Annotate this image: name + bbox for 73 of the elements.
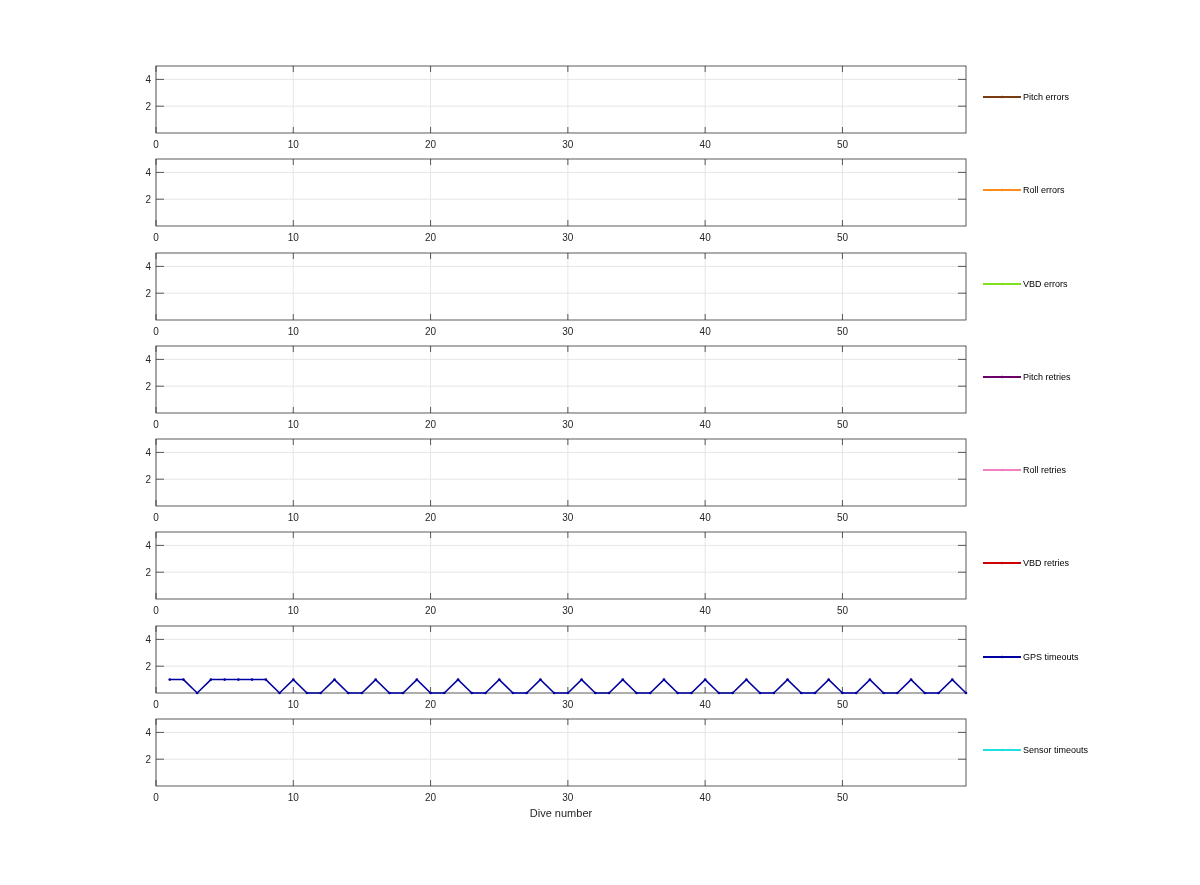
tick-label: 2 <box>145 754 151 766</box>
legend-label: Pitch errors <box>1023 92 1069 102</box>
tick-label: 2 <box>145 661 151 672</box>
tick-label: 10 <box>287 792 299 804</box>
tick-label: 30 <box>562 418 574 430</box>
tick-label: 20 <box>425 325 437 337</box>
tick-label: 30 <box>562 698 574 710</box>
tick-label: 50 <box>836 605 848 617</box>
legend-label: Roll errors <box>1023 185 1065 196</box>
legend-label: VBD retries <box>1023 558 1069 569</box>
tick-label: 2 <box>145 474 151 486</box>
tick-label: 10 <box>287 325 299 337</box>
tick-label: 4 <box>145 261 151 272</box>
tick-label: 10 <box>287 698 299 710</box>
tick-label: 10 <box>287 232 299 244</box>
tick-label: 4 <box>145 447 151 459</box>
tick-label: 4 <box>145 74 151 86</box>
tick-label: 30 <box>562 325 574 337</box>
tick-label: 4 <box>145 540 151 552</box>
tick-label: 50 <box>836 512 848 524</box>
tick-label: 50 <box>836 418 848 430</box>
tick-label: 10 <box>287 605 299 617</box>
tick-label: 0 <box>153 605 159 617</box>
tick-label: 4 <box>145 634 151 646</box>
tick-label: 20 <box>425 698 437 710</box>
axis-label: Dive number <box>529 807 593 820</box>
tick-label: 30 <box>562 605 574 617</box>
tick-label: 2 <box>145 567 151 579</box>
legend-label: VBD errors <box>1023 278 1068 289</box>
tick-label: 30 <box>562 792 574 804</box>
tick-label: 4 <box>145 727 151 739</box>
tick-label: 20 <box>425 232 437 244</box>
tick-label: 20 <box>425 792 437 804</box>
tick-label: 30 <box>562 512 574 524</box>
tick-label: 4 <box>145 354 151 366</box>
tick-label: 40 <box>699 325 711 337</box>
tick-label: 2 <box>145 381 151 393</box>
tick-label: 40 <box>699 698 711 710</box>
legend-label: GPS timeouts <box>1023 651 1079 662</box>
tick-label: 20 <box>425 418 437 430</box>
tick-label: 10 <box>287 139 299 150</box>
tick-label: 0 <box>153 792 159 804</box>
tick-label: 0 <box>153 325 159 337</box>
tick-label: 10 <box>287 512 299 524</box>
tick-label: 20 <box>425 139 437 150</box>
tick-label: 40 <box>699 792 711 804</box>
tick-label: 0 <box>153 512 159 524</box>
tick-label: 40 <box>699 418 711 430</box>
tick-label: 50 <box>836 232 848 244</box>
tick-label: 10 <box>287 418 299 430</box>
tick-label: 2 <box>145 194 151 206</box>
tick-label: 0 <box>153 232 159 244</box>
tick-label: 30 <box>562 139 574 150</box>
tick-label: 40 <box>699 605 711 617</box>
tick-label: 50 <box>836 698 848 710</box>
tick-label: 40 <box>699 139 711 150</box>
tick-label: 4 <box>145 167 151 179</box>
tick-label: 0 <box>153 698 159 710</box>
legend-label: Sensor timeouts <box>1023 745 1089 756</box>
legend-label: Pitch retries <box>1023 371 1071 382</box>
legend-label: Roll retries <box>1023 465 1066 476</box>
tick-label: 2 <box>145 101 151 113</box>
tick-label: 40 <box>699 232 711 244</box>
tick-label: 20 <box>425 605 437 617</box>
tick-label: 50 <box>836 139 848 150</box>
tick-label: 2 <box>145 287 151 299</box>
tick-label: 0 <box>153 418 159 430</box>
tick-label: 30 <box>562 232 574 244</box>
tick-label: 0 <box>153 139 159 150</box>
tick-label: 50 <box>836 792 848 804</box>
tick-label: 40 <box>699 512 711 524</box>
tick-label: 50 <box>836 325 848 337</box>
tick-label: 20 <box>425 512 437 524</box>
